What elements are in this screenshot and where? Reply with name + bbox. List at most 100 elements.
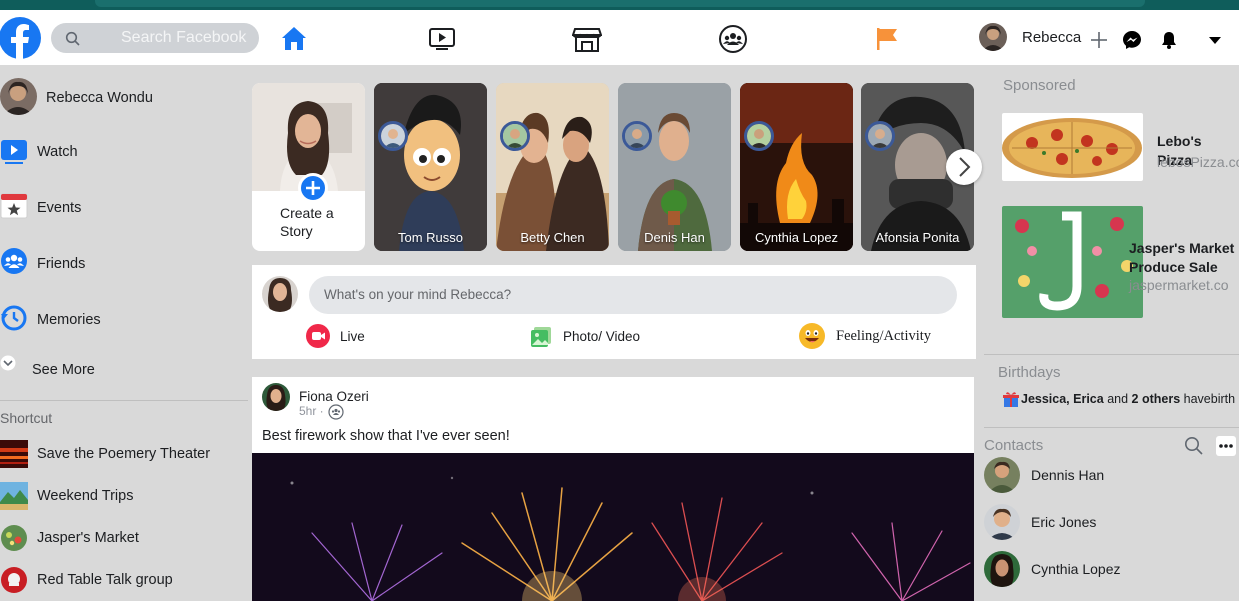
shortcut-item[interactable]: Jasper's Market: [0, 518, 248, 558]
right-sidebar: Sponsored Lebo's Pizza lebosPizza.co Jas…: [984, 65, 1239, 601]
avatar: [984, 504, 1020, 540]
feeling-activity-button[interactable]: Feeling/Activity: [798, 322, 931, 350]
shortcut-item[interactable]: Red Table Talk group: [0, 560, 248, 600]
chevron-right-icon: [959, 157, 971, 177]
sidebar-item-label: Rebecca Wondu: [46, 90, 153, 106]
ad-url[interactable]: jaspermarket.co: [1129, 277, 1229, 293]
story-card[interactable]: Denis Han: [618, 83, 731, 251]
notifications-bell-icon[interactable]: [1159, 30, 1179, 50]
watch-icon[interactable]: [427, 24, 457, 54]
ad-image[interactable]: [1002, 113, 1143, 181]
sidebar-item-memories[interactable]: Memories: [0, 300, 248, 340]
sidebar-item-friends[interactable]: Friends: [0, 244, 248, 284]
story-card[interactable]: Betty Chen: [496, 83, 609, 251]
birthday-notice[interactable]: Jessica, Erica and 2 others havebirth: [1002, 390, 1235, 408]
memories-icon: [1, 305, 27, 331]
story-photo: [618, 83, 731, 251]
search-input[interactable]: [87, 23, 257, 53]
facebook-logo-icon[interactable]: [0, 12, 42, 64]
events-icon: [0, 193, 28, 219]
home-icon[interactable]: [279, 24, 309, 54]
create-story-label-line: Create a: [280, 205, 334, 221]
audience-friends-icon[interactable]: [328, 404, 344, 420]
contact-name: Dennis Han: [1031, 467, 1105, 483]
marketplace-icon[interactable]: [572, 24, 602, 54]
shortcut-label: Jasper's Market: [37, 530, 139, 546]
story-name: Denis Han: [644, 230, 705, 245]
divider: [984, 354, 1239, 355]
birthday-names: Jessica, Erica: [1021, 392, 1104, 406]
avatar: [0, 78, 37, 115]
photo-video-button[interactable]: Photo/ Video: [529, 322, 640, 350]
ad-image[interactable]: [1002, 206, 1143, 318]
story-name: Cynthia Lopez: [754, 230, 839, 245]
avatar: [984, 551, 1020, 587]
watch-icon: [1, 140, 27, 164]
contact-item[interactable]: Cynthia Lopez: [984, 549, 1239, 589]
status-input[interactable]: What's on your mind Rebecca?: [309, 276, 957, 314]
live-label: Live: [340, 328, 365, 344]
feed-post: Fiona Ozeri 5hr · Best firework show tha…: [252, 377, 974, 601]
shortcut-label: Weekend Trips: [37, 488, 134, 504]
shortcut-item[interactable]: Weekend Trips: [0, 476, 248, 516]
shortcut-label: Red Table Talk group: [37, 572, 173, 588]
sidebar-item-events[interactable]: Events: [0, 188, 248, 228]
more-options-icon[interactable]: [1216, 436, 1236, 456]
pages-flag-icon[interactable]: [873, 24, 903, 54]
ad-url[interactable]: lebosPizza.co: [1157, 154, 1239, 170]
sidebar-item-label: Watch: [37, 144, 78, 160]
birthday-and: and: [1103, 392, 1132, 406]
story-avatar: [622, 121, 652, 151]
create-plus-icon[interactable]: [1089, 30, 1109, 50]
groups-icon[interactable]: [718, 24, 748, 54]
story-avatar: [865, 121, 895, 151]
sidebar-item-label: Memories: [37, 312, 101, 328]
post-timestamp[interactable]: 5hr ·: [299, 404, 324, 418]
post-image[interactable]: [252, 453, 974, 601]
contact-item[interactable]: Eric Jones: [984, 502, 1239, 542]
live-video-button[interactable]: Live: [306, 322, 365, 350]
messenger-icon[interactable]: [1122, 30, 1142, 50]
search-contacts-icon[interactable]: [1184, 436, 1204, 456]
post-composer: What's on your mind Rebecca? Live Photo/…: [252, 265, 976, 359]
post-author[interactable]: Fiona Ozeri: [299, 389, 369, 404]
shortcut-thumbnail: [1, 525, 27, 551]
story-card[interactable]: Cynthia Lopez: [740, 83, 853, 251]
account-menu-dropdown-icon[interactable]: [1205, 30, 1225, 50]
create-story-label-line: Story: [280, 223, 313, 239]
story-name: Afonsia Ponita: [875, 230, 960, 245]
stories-next-button[interactable]: [946, 149, 982, 185]
add-story-plus-icon[interactable]: [298, 173, 328, 203]
friends-icon: [1, 248, 27, 274]
shortcut-item[interactable]: Save the Poemery Theater: [0, 434, 248, 474]
story-photo: [740, 83, 853, 251]
shortcut-thumbnail: [0, 482, 28, 510]
contact-name: Cynthia Lopez: [1031, 561, 1121, 577]
gift-icon: [1003, 392, 1019, 407]
story-name: Betty Chen: [520, 230, 585, 245]
birthdays-title: Birthdays: [998, 364, 1061, 381]
sidebar-item-profile[interactable]: Rebecca Wondu: [0, 78, 248, 118]
story-name: Tom Russo: [397, 230, 464, 245]
shortcut-thumbnail: [1, 567, 27, 593]
search-bar[interactable]: [51, 23, 259, 53]
birthday-others: 2 others: [1131, 392, 1181, 406]
post-text: Best firework show that I've ever seen!: [262, 428, 510, 444]
search-icon: [65, 31, 80, 46]
feeling-activity-label: Feeling/Activity: [836, 327, 932, 344]
see-more-button[interactable]: See More: [0, 350, 248, 390]
divider: [984, 427, 1239, 428]
avatar[interactable]: [262, 383, 290, 411]
birthday-tail: havebirth: [1180, 392, 1236, 406]
contact-item[interactable]: Dennis Han: [984, 455, 1239, 495]
shortcut-thumbnail: [0, 440, 28, 468]
story-avatar: [744, 121, 774, 151]
profile-chip[interactable]: Rebecca: [979, 22, 1081, 52]
ad-name[interactable]: Jasper's Market Produce Sale: [1129, 239, 1234, 277]
ad-name-line: Produce Sale: [1129, 259, 1218, 275]
story-card[interactable]: Tom Russo: [374, 83, 487, 251]
sidebar-item-watch[interactable]: Watch: [0, 132, 248, 172]
avatar: [984, 457, 1020, 493]
create-story-card[interactable]: Create a Story: [252, 83, 365, 251]
photo-video-label: Photo/ Video: [563, 328, 641, 344]
